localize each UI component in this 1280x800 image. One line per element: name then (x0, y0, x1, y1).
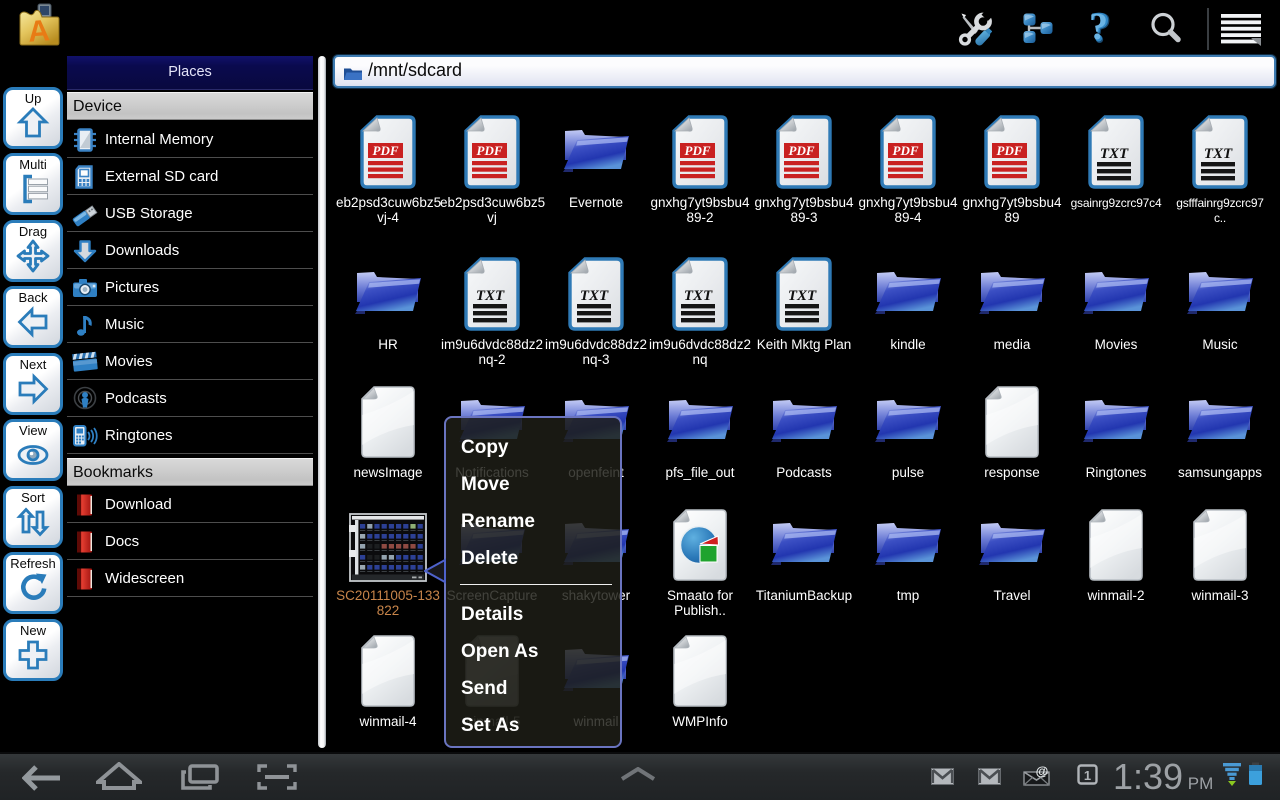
svg-text:TXT: TXT (1204, 146, 1233, 162)
svg-text:?: ? (1089, 8, 1108, 48)
svg-text:TXT: TXT (580, 288, 609, 304)
svg-text:TXT: TXT (476, 288, 505, 304)
svg-text:PDF: PDF (477, 143, 503, 158)
svg-text:PDF: PDF (373, 143, 399, 158)
svg-text:PDF: PDF (893, 143, 919, 158)
svg-text:@: @ (1036, 765, 1049, 779)
svg-text:TXT: TXT (1100, 146, 1129, 162)
svg-text:A: A (27, 14, 51, 48)
svg-text:TXT: TXT (788, 288, 817, 304)
svg-text:TXT: TXT (684, 288, 713, 304)
svg-text:PDF: PDF (789, 143, 815, 158)
svg-text:1: 1 (1084, 768, 1091, 783)
svg-text:PDF: PDF (997, 143, 1023, 158)
svg-text:PDF: PDF (685, 143, 711, 158)
